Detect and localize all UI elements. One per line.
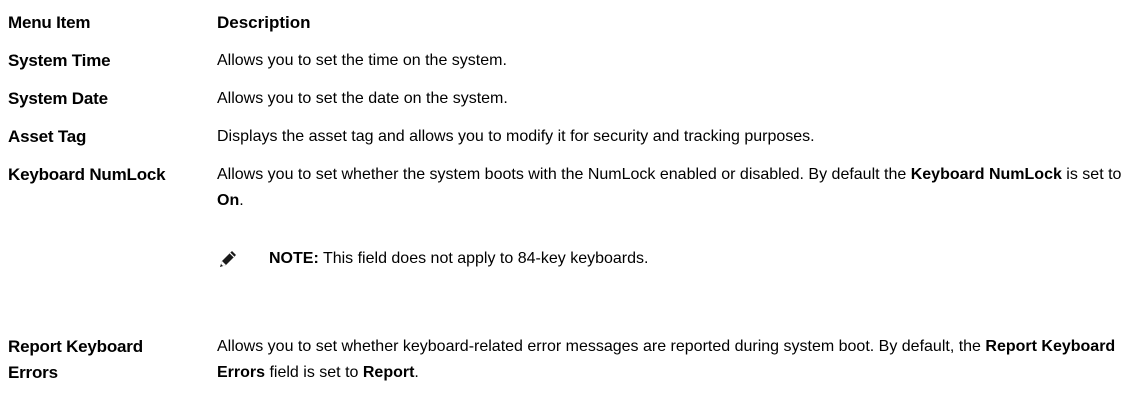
description-report-keyboard-errors: Allows you to set whether keyboard-relat… [217, 334, 1142, 386]
description-system-date: Allows you to set the date on the system… [217, 90, 508, 107]
desc-text: is set to [1061, 166, 1122, 183]
note-text: NOTE: This field does not apply to 84-ke… [269, 246, 648, 272]
menu-item-asset-tag: Asset Tag [8, 127, 87, 146]
menu-item-system-time: System Time [8, 51, 111, 70]
desc-bold-value: On [217, 192, 240, 209]
note-body: This field does not apply to 84-key keyb… [318, 250, 649, 267]
desc-text: field is set to [265, 364, 363, 381]
description-system-time: Allows you to set the time on the system… [217, 52, 507, 69]
menu-item-report-keyboard-errors: Report Keyboard Errors [8, 337, 143, 382]
desc-bold-field: Keyboard NumLock [910, 166, 1062, 183]
menu-item-keyboard-numlock: Keyboard NumLock [8, 165, 166, 184]
note-label: NOTE: [269, 250, 319, 267]
header-menu-item: Menu Item [8, 13, 91, 32]
menu-item-system-date: System Date [8, 89, 108, 108]
header-description: Description [217, 13, 311, 32]
desc-text: . [414, 364, 419, 381]
description-asset-tag: Displays the asset tag and allows you to… [217, 128, 815, 145]
description-keyboard-numlock: Allows you to set whether the system boo… [217, 162, 1142, 214]
pencil-note-icon [217, 248, 239, 270]
desc-bold-value: Report [362, 364, 415, 381]
bios-menu-table: Menu Item Description System Time Allows… [0, 0, 1147, 408]
desc-text: Allows you to set whether the system boo… [217, 166, 911, 183]
desc-text: Allows you to set whether keyboard-relat… [217, 338, 986, 355]
note: NOTE: This field does not apply to 84-ke… [217, 246, 1142, 276]
desc-text: . [239, 192, 244, 209]
